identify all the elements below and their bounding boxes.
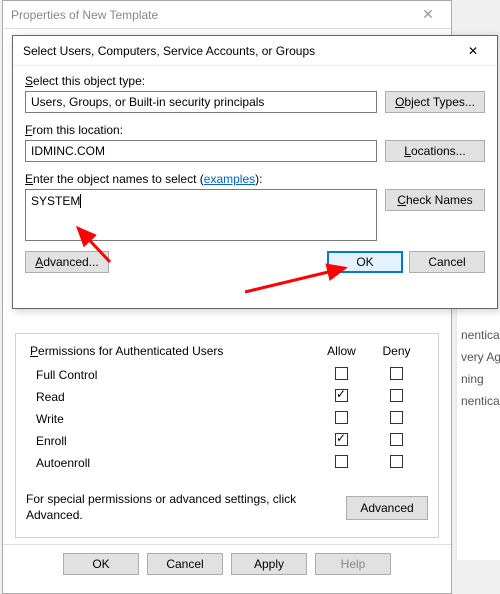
select-users-titlebar: Select Users, Computers, Service Account… — [13, 36, 497, 66]
permissions-footer-text: For special permissions or advanced sett… — [26, 492, 336, 523]
location-label: From this location: — [25, 123, 485, 137]
allow-checkbox[interactable] — [335, 433, 348, 446]
deny-checkbox[interactable] — [390, 455, 403, 468]
select-users-title: Select Users, Computers, Service Account… — [23, 44, 453, 58]
select-users-dialog: Select Users, Computers, Service Account… — [12, 35, 498, 309]
permission-row: Read — [26, 386, 428, 408]
ok-button[interactable]: OK — [63, 553, 139, 575]
close-icon: ✕ — [468, 44, 478, 58]
allow-checkbox[interactable] — [335, 455, 348, 468]
allow-checkbox[interactable] — [335, 389, 348, 402]
permission-name: Read — [36, 390, 314, 404]
allow-column-header: Allow — [314, 344, 369, 358]
permission-row: Write — [26, 408, 428, 430]
list-fragment: nentication, Se — [457, 390, 500, 412]
permission-name: Full Control — [36, 368, 314, 382]
properties-button-row: OK Cancel Apply Help — [3, 544, 451, 583]
permission-row: Full Control — [26, 364, 428, 386]
locations-button[interactable]: Locations... — [385, 140, 485, 162]
apply-button[interactable]: Apply — [231, 553, 307, 575]
allow-checkbox[interactable] — [335, 367, 348, 380]
object-names-label: Enter the object names to select (exampl… — [25, 172, 485, 186]
permission-name: Enroll — [36, 434, 314, 448]
object-names-input[interactable]: SYSTEM — [25, 189, 377, 241]
properties-title: Properties of New Template — [11, 8, 413, 22]
close-button[interactable]: ✕ — [453, 37, 493, 65]
advanced-button[interactable]: Advanced — [346, 496, 428, 520]
permission-name: Autoenroll — [36, 456, 314, 470]
check-names-button[interactable]: Check Names — [385, 189, 485, 211]
list-fragment: ning — [457, 368, 500, 390]
object-type-field[interactable] — [25, 91, 377, 113]
deny-column-header: Deny — [369, 344, 424, 358]
permissions-panel: Permissions for Authenticated Users Allo… — [15, 333, 439, 538]
ok-button[interactable]: OK — [327, 251, 403, 273]
deny-checkbox[interactable] — [390, 367, 403, 380]
help-button[interactable]: Help — [315, 553, 391, 575]
location-field[interactable] — [25, 140, 377, 162]
permission-name: Write — [36, 412, 314, 426]
cancel-button[interactable]: Cancel — [147, 553, 223, 575]
permissions-header: Permissions for Authenticated Users — [30, 344, 314, 358]
close-icon[interactable]: ✕ — [413, 6, 443, 23]
deny-checkbox[interactable] — [390, 411, 403, 424]
object-type-label: Select this object type: — [25, 74, 485, 88]
cancel-button[interactable]: Cancel — [409, 251, 485, 273]
deny-checkbox[interactable] — [390, 433, 403, 446]
permission-row: Autoenroll — [26, 452, 428, 474]
list-fragment: very Agent — [457, 346, 500, 368]
properties-titlebar: Properties of New Template ✕ — [3, 1, 451, 29]
examples-link[interactable]: examples — [204, 172, 255, 186]
allow-checkbox[interactable] — [335, 411, 348, 424]
deny-checkbox[interactable] — [390, 389, 403, 402]
advanced-button[interactable]: Advanced... — [25, 251, 109, 273]
object-types-button[interactable]: Object Types... — [385, 91, 485, 113]
permission-row: Enroll — [26, 430, 428, 452]
list-fragment: nentication, Se — [457, 324, 500, 346]
